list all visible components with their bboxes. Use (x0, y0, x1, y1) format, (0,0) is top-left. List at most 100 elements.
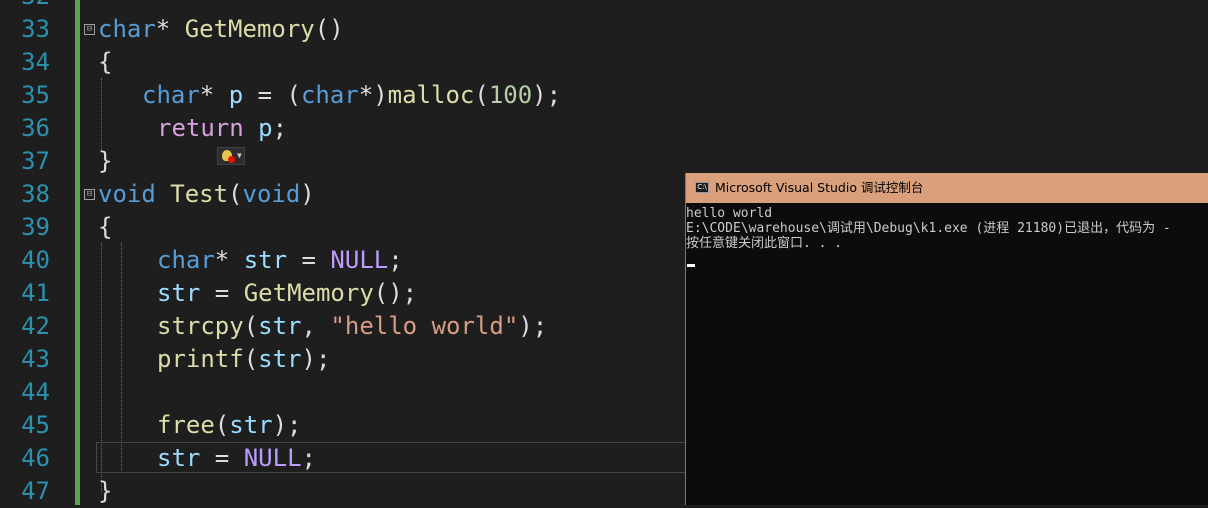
change-tracking-bar (75, 0, 80, 505)
function-name: GetMemory (243, 279, 374, 307)
code-line[interactable]: char* str = NULL; (157, 244, 403, 277)
punctuation: ( (243, 345, 259, 373)
punctuation: * (214, 246, 244, 274)
variable: str (157, 444, 201, 472)
line-number: 37 (21, 147, 50, 175)
line-number: 39 (21, 213, 50, 241)
variable: str (258, 312, 302, 340)
punctuation (244, 114, 258, 142)
indent-guide (101, 78, 102, 152)
console-title-bar[interactable]: C:\ Microsoft Visual Studio 调试控制台 (686, 173, 1208, 203)
line-number-gutter: 32 33 34 35 36 37 38 39 40 41 42 43 44 4… (0, 0, 74, 505)
string-literal: "hello world" (330, 312, 519, 340)
function-name: GetMemory (184, 15, 315, 43)
console-window-title: Microsoft Visual Studio 调试控制台 (715, 180, 924, 195)
line-number: 36 (21, 114, 50, 142)
code-line[interactable]: } (98, 475, 112, 508)
punctuation: () (314, 15, 344, 43)
punctuation: , (301, 312, 331, 340)
line-number: 47 (21, 477, 50, 505)
close-brace: } (98, 477, 113, 505)
punctuation: ; (301, 444, 316, 472)
line-number: 41 (21, 279, 50, 307)
variable: str (258, 345, 302, 373)
line-number: 40 (21, 246, 50, 274)
line-number: 33 (21, 15, 50, 43)
open-brace: { (98, 48, 113, 76)
variable: p (258, 114, 273, 142)
macro: NULL (243, 444, 302, 472)
console-output-line: E:\CODE\warehouse\调试用\Debug\k1.exe (进程 2… (686, 221, 1171, 236)
code-line[interactable]: { (98, 46, 112, 79)
variable: str (243, 246, 288, 274)
function-name: printf (157, 345, 244, 373)
line-number: 35 (21, 81, 50, 109)
punctuation: ( (228, 180, 243, 208)
code-line[interactable]: str = NULL; (157, 442, 316, 475)
console-output-line: 按任意键关闭此窗口. . . (686, 236, 843, 251)
punctuation: ( (474, 81, 489, 109)
open-brace: { (98, 213, 113, 241)
punctuation: = (287, 246, 331, 274)
code-line[interactable]: strcpy(str, "hello world"); (157, 310, 547, 343)
punctuation: ); (272, 411, 302, 439)
punctuation: ( (243, 312, 259, 340)
punctuation: ( (214, 411, 230, 439)
punctuation: ) (300, 180, 315, 208)
code-line[interactable]: free(str); (157, 409, 302, 442)
collapse-toggle-icon[interactable]: ⊟ (84, 24, 95, 35)
variable: p (228, 81, 244, 109)
punctuation: = (200, 279, 244, 307)
keyword: void (98, 180, 156, 208)
function-name: free (157, 411, 215, 439)
collapse-toggle-icon[interactable]: ⊟ (84, 189, 95, 200)
console-output[interactable]: hello world E:\CODE\warehouse\调试用\Debug\… (686, 206, 1208, 505)
punctuation: ); (301, 345, 331, 373)
keyword: char (300, 81, 359, 109)
debug-console-window[interactable]: C:\ Microsoft Visual Studio 调试控制台 hello … (685, 173, 1208, 505)
lightbulb-error-icon[interactable]: ▼ (217, 147, 245, 165)
punctuation: ); (518, 312, 548, 340)
text-cursor (687, 264, 695, 267)
line-number: 45 (21, 411, 50, 439)
chevron-down-icon: ▼ (237, 151, 242, 160)
close-brace: } (98, 147, 113, 175)
indent-guide (121, 243, 122, 473)
punctuation: (); (373, 279, 418, 307)
code-line[interactable]: } (98, 145, 112, 178)
code-line[interactable]: printf(str); (157, 343, 330, 376)
console-output-line: hello world (686, 206, 773, 221)
variable: str (229, 411, 273, 439)
code-line[interactable]: return p; (157, 112, 287, 145)
line-number: 38 (21, 180, 50, 208)
line-number: 32 (0, 0, 50, 13)
macro: NULL (330, 246, 389, 274)
code-line[interactable]: str = GetMemory(); (157, 277, 417, 310)
line-number: 44 (21, 378, 50, 406)
code-line[interactable]: { (98, 211, 112, 244)
number-literal: 100 (488, 81, 533, 109)
punctuation: * (155, 15, 185, 43)
code-line[interactable]: void Test(void) (98, 178, 315, 211)
function-name: Test (170, 180, 229, 208)
punctuation: *) (358, 81, 388, 109)
punctuation: = ( (243, 81, 301, 109)
code-line[interactable]: char* GetMemory() (98, 13, 344, 46)
line-number: 43 (21, 345, 50, 373)
variable: str (157, 279, 201, 307)
keyword: char (98, 15, 156, 43)
function-name: strcpy (157, 312, 244, 340)
keyword: return (157, 114, 244, 142)
code-line[interactable]: char* p = (char*)malloc(100); (142, 79, 561, 112)
keyword: char (142, 81, 200, 109)
punctuation: * (199, 81, 229, 109)
punctuation: ); (532, 81, 562, 109)
console-app-icon: C:\ (695, 182, 709, 193)
line-number: 46 (21, 444, 50, 472)
punctuation (156, 180, 170, 208)
line-number: 42 (21, 312, 50, 340)
keyword: char (157, 246, 215, 274)
keyword: void (242, 180, 301, 208)
error-dot (228, 156, 235, 163)
function-name: malloc (387, 81, 475, 109)
